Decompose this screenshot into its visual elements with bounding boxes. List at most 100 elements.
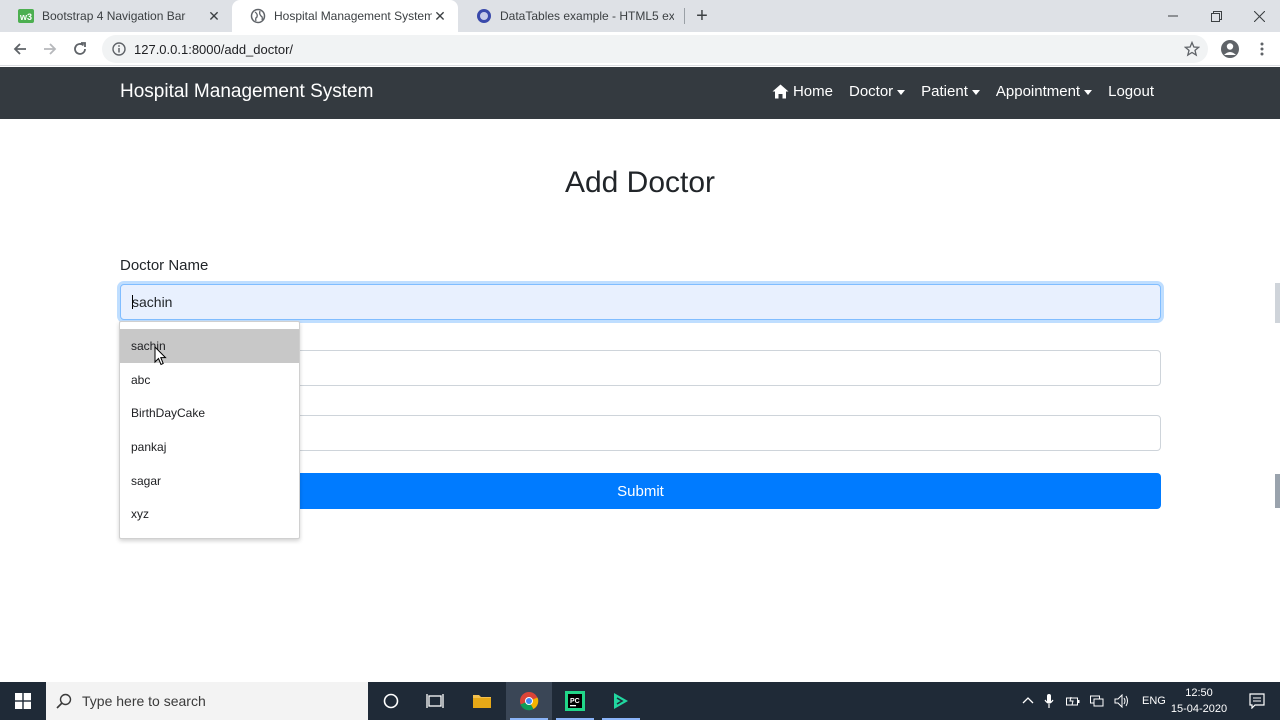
cortana-icon — [383, 693, 399, 709]
account-icon — [1221, 40, 1239, 58]
option-label: pankaj — [131, 439, 167, 454]
edge-fragment — [1275, 474, 1280, 508]
taskbar-search[interactable]: Type here to search — [46, 682, 368, 720]
notifications-button[interactable] — [1234, 682, 1280, 720]
globe-icon — [250, 8, 266, 24]
battery-plug-icon[interactable] — [1066, 695, 1080, 707]
autocomplete-option[interactable]: sagar — [120, 464, 299, 498]
network-icon[interactable] — [1090, 695, 1104, 707]
nav-logout[interactable]: Logout — [1108, 83, 1154, 100]
page-title: Add Doctor — [564, 166, 716, 199]
caret-down-icon — [897, 89, 906, 95]
edge-fragment — [1275, 283, 1280, 323]
windows-logo-icon — [15, 693, 31, 709]
editor-taskbar-button[interactable] — [598, 682, 644, 720]
autocomplete-dropdown: sachin abc BirthDayCake pankaj sagar xyz — [119, 321, 300, 539]
close-icon — [1253, 10, 1265, 22]
search-placeholder: Type here to search — [82, 693, 206, 709]
nav-patient-dropdown[interactable]: Patient — [921, 83, 980, 100]
file-explorer-button[interactable] — [459, 682, 505, 720]
url-text: 127.0.0.1:8000/add_doctor/ — [134, 41, 294, 57]
caret-down-icon — [971, 89, 980, 95]
tab-separator — [684, 8, 685, 24]
system-tray: ENG — [1022, 682, 1166, 720]
autocomplete-option[interactable]: BirthDayCake — [120, 396, 299, 430]
site-navbar: Hospital Management System Home Doctor P… — [0, 67, 1280, 119]
task-view-button[interactable] — [412, 682, 458, 720]
restore-button[interactable] — [1194, 0, 1238, 32]
info-icon[interactable] — [112, 42, 126, 56]
option-label: xyz — [131, 507, 149, 522]
tab-label: DataTables example - HTML5 exp — [500, 9, 674, 23]
nav-appointment-dropdown[interactable]: Appointment — [995, 83, 1093, 100]
pycharm-icon: PC — [565, 691, 585, 711]
start-button[interactable] — [0, 682, 46, 720]
option-label: abc — [131, 372, 151, 387]
chrome-icon — [520, 692, 539, 711]
clock[interactable]: 12:50 15-04-2020 — [1160, 685, 1238, 717]
tab-label: Bootstrap 4 Navigation Bar — [42, 9, 186, 23]
minimize-icon — [1168, 15, 1178, 17]
nav-home[interactable]: Home — [772, 83, 833, 100]
profile-button[interactable] — [1218, 37, 1242, 61]
doctor-name-label: Doctor Name — [120, 257, 209, 274]
volume-icon[interactable] — [1114, 694, 1130, 708]
doctor-name-input[interactable]: sachin — [120, 284, 1161, 320]
tab-hospital-management[interactable]: Hospital Management System ✕ — [232, 0, 458, 32]
close-icon[interactable]: ✕ — [206, 8, 222, 25]
microphone-icon[interactable] — [1044, 694, 1054, 708]
more-vert-icon — [1260, 42, 1264, 56]
nav-patient-label: Patient — [921, 83, 968, 100]
autocomplete-option[interactable]: xyz — [120, 497, 299, 531]
option-label: sagar — [131, 473, 162, 488]
browser-toolbar: 127.0.0.1:8000/add_doctor/ — [0, 32, 1280, 66]
chrome-taskbar-button[interactable] — [506, 682, 552, 720]
menu-button[interactable] — [1250, 37, 1274, 61]
svg-text:w3: w3 — [19, 12, 32, 22]
navbar-brand[interactable]: Hospital Management System — [120, 81, 373, 103]
svg-text:PC: PC — [570, 698, 580, 705]
autocomplete-option[interactable]: sachin — [120, 329, 299, 363]
restore-icon — [1210, 10, 1222, 22]
back-arrow-icon — [13, 43, 26, 55]
minimize-button[interactable] — [1151, 0, 1195, 32]
cortana-button[interactable] — [368, 682, 414, 720]
forward-button[interactable] — [38, 37, 62, 61]
caret-down-icon — [1084, 89, 1093, 95]
app-icon — [614, 693, 628, 709]
tab-datatables-example[interactable]: DataTables example - HTML5 exp — [458, 0, 684, 32]
bookmark-star-button[interactable] — [1180, 37, 1204, 61]
nav-doctor-label: Doctor — [848, 83, 894, 100]
folder-icon — [473, 695, 491, 708]
nav-doctor-dropdown[interactable]: Doctor — [848, 83, 906, 100]
address-bar[interactable]: 127.0.0.1:8000/add_doctor/ — [102, 35, 1208, 63]
search-icon — [56, 693, 72, 709]
nav-appointment-label: Appointment — [995, 83, 1081, 100]
tab-bootstrap-navbar[interactable]: w3 Bootstrap 4 Navigation Bar ✕ — [0, 0, 232, 32]
mouse-pointer-icon — [154, 346, 167, 366]
new-tab-button[interactable]: + — [692, 4, 712, 28]
autocomplete-option[interactable]: abc — [120, 363, 299, 397]
w3schools-icon: w3 — [18, 8, 34, 24]
close-icon[interactable]: ✕ — [432, 8, 448, 25]
autocomplete-option[interactable]: pankaj — [120, 430, 299, 464]
datatables-icon — [476, 8, 492, 24]
home-icon — [772, 84, 789, 99]
star-icon — [1184, 41, 1200, 57]
action-center-icon — [1249, 693, 1265, 709]
pycharm-taskbar-button[interactable]: PC — [552, 682, 598, 720]
back-button[interactable] — [8, 37, 32, 61]
clock-time: 12:50 — [1185, 687, 1213, 699]
option-label: BirthDayCake — [131, 406, 206, 421]
doctor-name-value: sachin — [132, 294, 173, 310]
tab-label: Hospital Management System — [274, 9, 432, 23]
browser-tab-strip: w3 Bootstrap 4 Navigation Bar ✕ Hospital… — [0, 0, 1280, 32]
close-window-button[interactable] — [1237, 0, 1280, 32]
task-view-icon — [426, 694, 444, 708]
nav-home-label: Home — [792, 83, 833, 100]
clock-date: 15-04-2020 — [1170, 703, 1228, 715]
chevron-up-icon[interactable] — [1022, 695, 1034, 707]
reload-icon — [74, 42, 86, 55]
reload-button[interactable] — [68, 37, 92, 61]
forward-arrow-icon — [44, 43, 57, 55]
